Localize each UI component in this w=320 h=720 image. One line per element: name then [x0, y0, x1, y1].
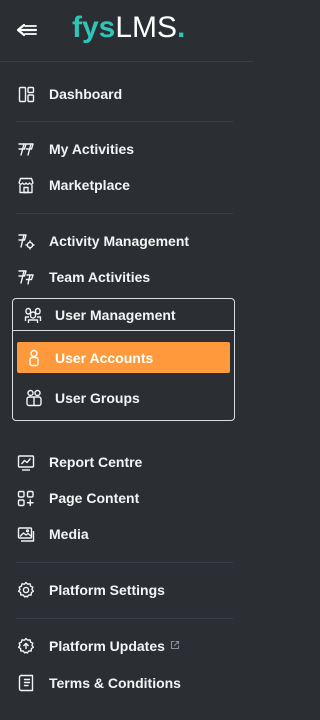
- sidebar-item-platform-updates[interactable]: Platform Updates: [0, 629, 253, 663]
- sidebar-item-label: Marketplace: [49, 177, 130, 193]
- sidebar-item-label: Media: [49, 526, 89, 542]
- sidebar-item-label: My Activities: [49, 141, 135, 157]
- terms-icon: [17, 674, 35, 692]
- sidebar-item-label: Platform Updates: [49, 638, 165, 654]
- dashboard-icon: [17, 85, 35, 103]
- divider: [16, 213, 233, 214]
- divider: [16, 562, 233, 563]
- sidebar-item-label: Platform Settings: [49, 582, 165, 598]
- media-icon: [17, 525, 35, 543]
- sidebar: fysLMS. Dashboard My Activities Marketpl…: [0, 0, 253, 720]
- logo-brand: fys: [72, 11, 116, 44]
- sidebar-item-label: Terms & Conditions: [49, 675, 181, 691]
- sidebar-item-platform-settings[interactable]: Platform Settings: [0, 573, 253, 607]
- team-activities-icon: [17, 268, 35, 286]
- sidebar-item-team-activities[interactable]: Team Activities: [0, 260, 253, 294]
- users-group-icon: [24, 306, 42, 324]
- sidebar-item-my-activities[interactable]: My Activities: [0, 132, 253, 166]
- app-logo[interactable]: fysLMS.: [72, 10, 185, 46]
- activities-icon: [17, 140, 35, 158]
- sidebar-item-marketplace[interactable]: Marketplace: [0, 168, 253, 202]
- sidebar-item-media[interactable]: Media: [0, 517, 253, 551]
- sidebar-item-dashboard[interactable]: Dashboard: [0, 77, 253, 111]
- logo-suffix: LMS: [115, 11, 178, 44]
- report-icon: [17, 453, 35, 471]
- sidebar-item-label: Activity Management: [49, 233, 190, 249]
- updates-icon: [17, 637, 35, 655]
- sidebar-item-label: Dashboard: [49, 86, 123, 102]
- sidebar-header: fysLMS.: [0, 0, 253, 62]
- sidebar-item-user-groups[interactable]: User Groups: [17, 382, 230, 413]
- sidebar-item-label: Page Content: [49, 490, 140, 506]
- divider: [16, 618, 233, 619]
- sidebar-item-label-wrap: Platform Updates: [49, 638, 180, 654]
- collapse-arrow-icon: [16, 23, 38, 37]
- sidebar-item-label: Report Centre: [49, 454, 143, 470]
- divider: [16, 121, 233, 122]
- page-content-icon: [17, 489, 35, 507]
- sidebar-item-report-centre[interactable]: Report Centre: [0, 445, 253, 479]
- settings-icon: [17, 581, 35, 599]
- sidebar-item-user-accounts[interactable]: User Accounts: [17, 342, 230, 373]
- sidebar-item-activity-management[interactable]: Activity Management: [0, 224, 253, 258]
- external-link-icon: [170, 640, 180, 650]
- collapse-sidebar-button[interactable]: [15, 18, 39, 42]
- user-icon: [25, 349, 43, 367]
- activity-management-icon: [17, 232, 35, 250]
- sidebar-item-page-content[interactable]: Page Content: [0, 481, 253, 515]
- sidebar-item-user-management[interactable]: User Management: [13, 299, 234, 331]
- user-groups-icon: [25, 389, 43, 407]
- logo-dot: .: [177, 11, 186, 44]
- sidebar-item-label: Team Activities: [49, 269, 151, 285]
- sidebar-item-label: User Groups: [55, 390, 140, 406]
- sidebar-item-label: User Accounts: [55, 350, 154, 366]
- sidebar-item-terms-conditions[interactable]: Terms & Conditions: [0, 666, 253, 700]
- store-icon: [17, 176, 35, 194]
- sidebar-item-label: User Management: [55, 307, 176, 323]
- user-management-group: User Management User Accounts User Group…: [12, 298, 235, 421]
